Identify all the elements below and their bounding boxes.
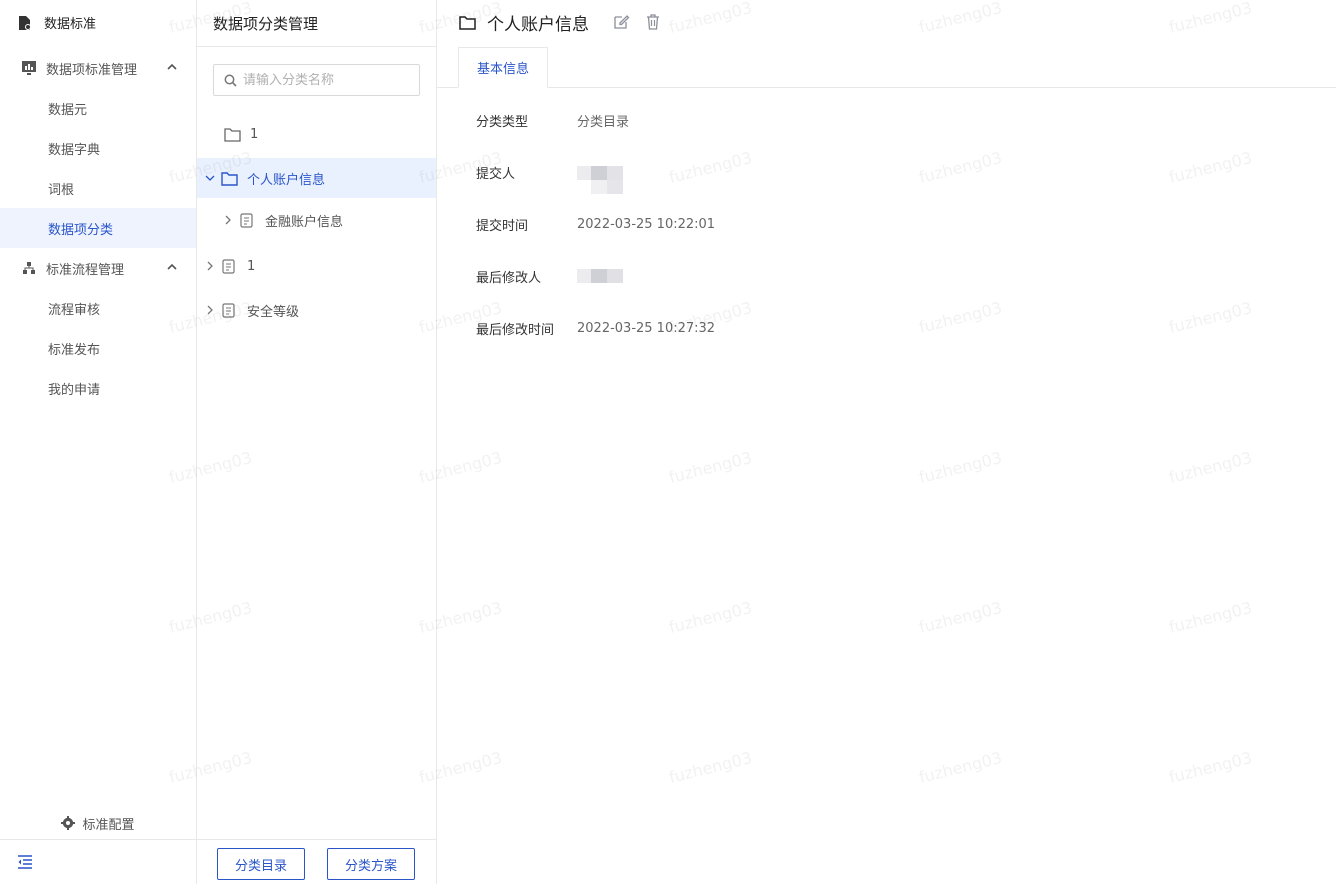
tree-node-label: 1 [247, 258, 256, 274]
detail-panel: 个人账户信息 基本信息 分类类型 分类目录 提交人 提交时间 2022-03-2… [437, 0, 1336, 884]
field-label: 最后修改时间 [476, 322, 555, 338]
sidebar-item-data-element[interactable]: 数据元 [0, 88, 196, 128]
chevron-right-icon[interactable] [205, 305, 215, 315]
field-last-modifier: 最后修改人 [476, 266, 623, 286]
tree-node-label: 安全等级 [247, 304, 300, 320]
brand-title: 数据标准 [44, 17, 97, 32]
hierarchy-icon [23, 262, 35, 274]
tree-panel-title: 数据项分类管理 [197, 0, 436, 47]
tree-node[interactable]: 1 [197, 246, 436, 286]
document-icon [222, 302, 235, 318]
chevron-up-icon[interactable] [166, 261, 178, 273]
delete-icon[interactable] [644, 13, 662, 31]
tree-node[interactable]: 安全等级 [197, 290, 436, 330]
field-value: 2022-03-25 10:22:01 [577, 216, 716, 232]
nav-group-label: 数据项标准管理 [46, 62, 138, 78]
field-submit-time: 提交时间 2022-03-25 10:22:01 [476, 214, 715, 234]
category-tree-panel: 数据项分类管理 1 个人账户信息 金融账户信息 1 [197, 0, 437, 884]
sidebar-item-process-review[interactable]: 流程审核 [0, 288, 196, 328]
category-catalog-button[interactable]: 分类目录 [217, 848, 305, 880]
chart-icon [22, 61, 36, 75]
config-label: 标准配置 [82, 817, 135, 833]
nav-group-data-item-standard[interactable]: 数据项标准管理 [0, 48, 196, 88]
field-value: 分类目录 [577, 114, 630, 130]
data-standard-icon [19, 15, 31, 30]
edit-icon[interactable] [612, 13, 630, 31]
sidebar-item-standard-publish[interactable]: 标准发布 [0, 328, 196, 368]
category-search-input[interactable] [243, 72, 403, 88]
tab-basic-info[interactable]: 基本信息 [458, 47, 548, 88]
detail-header: 个人账户信息 [437, 0, 1336, 44]
chevron-right-icon[interactable] [223, 215, 233, 225]
field-value: 2022-03-25 10:27:32 [577, 320, 716, 336]
standard-config-button[interactable]: 标准配置 [0, 808, 196, 838]
category-scheme-button[interactable]: 分类方案 [327, 848, 415, 880]
field-label: 分类类型 [476, 114, 529, 130]
field-last-modified-time: 最后修改时间 2022-03-25 10:27:32 [476, 318, 715, 338]
tab-bar: 基本信息 [437, 47, 1336, 88]
search-box[interactable] [213, 64, 420, 96]
chevron-right-icon[interactable] [205, 261, 215, 271]
redacted-name [577, 269, 623, 283]
field-label: 最后修改人 [476, 270, 542, 286]
gear-icon [61, 816, 76, 830]
folder-icon [224, 127, 241, 142]
tree-node-label: 金融账户信息 [265, 214, 344, 230]
chevron-down-icon[interactable] [205, 173, 215, 183]
search-icon [224, 74, 237, 87]
document-icon [222, 258, 235, 274]
brand: 数据标准 [0, 0, 196, 45]
tree-node-label: 个人账户信息 [247, 172, 326, 188]
nav-group-standard-process[interactable]: 标准流程管理 [0, 248, 196, 288]
folder-icon [459, 15, 476, 30]
field-category-type: 分类类型 分类目录 [476, 110, 629, 130]
chevron-up-icon[interactable] [166, 61, 178, 73]
redacted-name [577, 166, 623, 196]
sidebar-item-my-applications[interactable]: 我的申请 [0, 368, 196, 408]
collapse-menu-icon[interactable] [17, 855, 33, 869]
tree-node-label: 1 [250, 126, 259, 142]
nav-group-label: 标准流程管理 [46, 262, 125, 278]
tree-node[interactable]: 金融账户信息 [197, 200, 436, 240]
tree-node-selected[interactable]: 个人账户信息 [197, 158, 436, 198]
app-window: 数据标准 数据项标准管理 数据元 数据字典 词根 数据项分类 标准流程管理 流程… [0, 0, 1336, 884]
field-label: 提交时间 [476, 218, 529, 234]
document-icon [240, 212, 253, 228]
page-title: 个人账户信息 [487, 14, 589, 35]
tree-footer: 分类目录 分类方案 [197, 839, 436, 884]
sidebar: 数据标准 数据项标准管理 数据元 数据字典 词根 数据项分类 标准流程管理 流程… [0, 0, 197, 884]
field-label: 提交人 [476, 166, 516, 182]
tree-node[interactable]: 1 [197, 114, 436, 154]
field-submitter: 提交人 [476, 162, 623, 194]
collapse-sidebar-button[interactable] [0, 839, 196, 884]
sidebar-item-word-root[interactable]: 词根 [0, 168, 196, 208]
sidebar-item-data-item-category[interactable]: 数据项分类 [0, 208, 196, 248]
sidebar-item-data-dictionary[interactable]: 数据字典 [0, 128, 196, 168]
folder-icon [221, 171, 238, 186]
